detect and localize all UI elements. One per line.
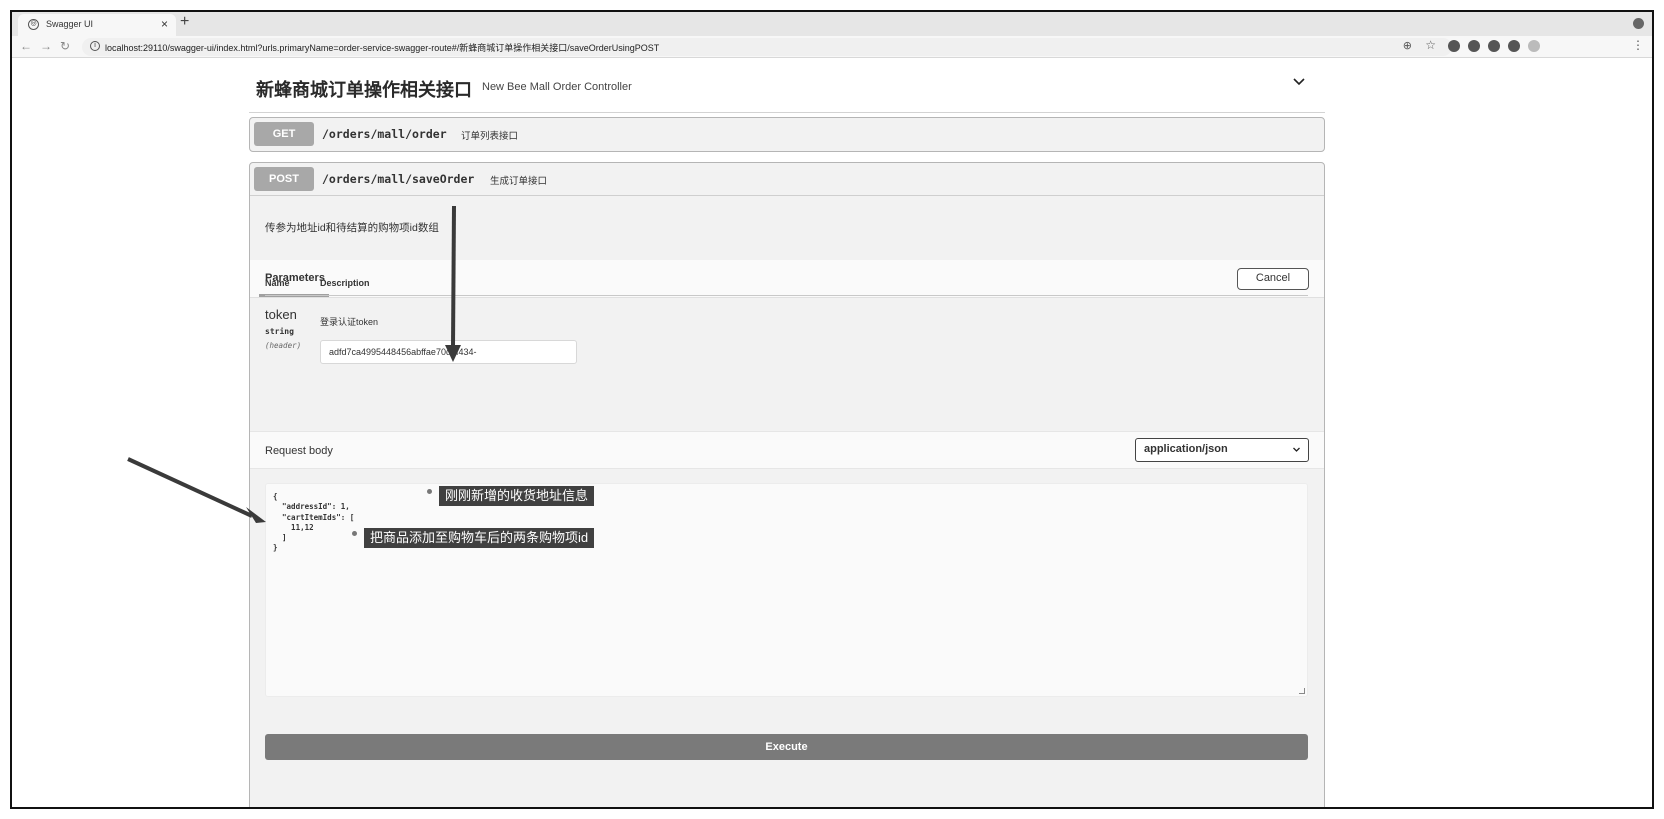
swagger-content: 新蜂商城订单操作相关接口 New Bee Mall Order Controll… [249,58,1325,807]
column-header-name: Name [265,278,290,288]
parameters-divider [265,295,1308,296]
param-location: (header) [265,341,302,350]
extension-icon[interactable] [1448,40,1460,52]
request-body-code[interactable]: { "addressId": 1, "cartItemIds": [ 11,12… [273,492,354,554]
extension-icon[interactable] [1468,40,1480,52]
extension-icon[interactable] [1508,40,1520,52]
tag-title: 新蜂商城订单操作相关接口 [256,80,472,100]
cart-annotation: 把商品添加至购物车后的两条购物项id [364,528,595,548]
tab-bar: ◎ Swagger UI × + [12,12,1652,36]
reload-icon[interactable]: ↻ [60,39,70,53]
address-annotation: 刚刚新增的收货地址信息 [439,486,595,506]
param-name: token [265,307,297,322]
callout-pointer [352,531,357,536]
param-description: 登录认证token [320,317,379,327]
caret-down-icon [1293,447,1300,452]
new-tab-button[interactable]: + [180,13,189,31]
tab-close-icon[interactable]: × [161,17,168,31]
operation-description: 传参为地址id和待结算的购物项id数组 [265,222,439,234]
browser-settings-icon[interactable] [1633,18,1644,29]
profile-avatar-icon[interactable] [1528,40,1540,52]
chevron-down-icon[interactable] [1293,76,1305,88]
endpoint-summary: 生成订单接口 [490,176,548,187]
method-badge: POST [254,167,314,191]
request-body-label: Request body [265,445,333,457]
opblock-summary[interactable]: GET /orders/mall/order 订单列表接口 [250,118,1324,151]
endpoint-path: /orders/mall/order [322,127,447,141]
zoom-icon[interactable]: ⊕ [1403,39,1412,52]
diagonal-arrow-shaft [127,457,253,518]
cancel-button[interactable]: Cancel [1237,268,1309,290]
opblock-post-save-order: POST /orders/mall/saveOrder 生成订单接口 传参为地址… [249,162,1325,807]
opblock-get-order: GET /orders/mall/order 订单列表接口 [249,117,1325,152]
forward-arrow-icon[interactable]: → [40,39,52,53]
back-arrow-icon[interactable]: ← [20,39,32,53]
content-type-select[interactable]: application/json [1135,438,1309,462]
endpoint-summary: 订单列表接口 [461,131,519,142]
opblock-summary[interactable]: POST /orders/mall/saveOrder 生成订单接口 [250,163,1324,196]
execute-button[interactable]: Execute [265,734,1308,760]
star-icon[interactable]: ☆ [1425,38,1436,52]
column-header-description: Description [320,278,370,288]
parameters-header: Parameters Cancel [250,260,1324,298]
request-body-header: Request body application/json [250,431,1324,469]
address-bar[interactable]: i localhost:29110/swagger-ui/index.html?… [82,38,1452,56]
method-badge: GET [254,122,314,146]
url-text: localhost:29110/swagger-ui/index.html?ur… [105,43,660,53]
browser-tab[interactable]: ◎ Swagger UI × [18,14,176,36]
globe-favicon-icon: ◎ [28,19,39,30]
tag-section-header[interactable]: 新蜂商城订单操作相关接口 New Bee Mall Order Controll… [249,58,1325,113]
token-input[interactable] [320,340,577,364]
request-body-editor[interactable]: { "addressId": 1, "cartItemIds": [ 11,12… [265,483,1308,697]
tag-description: New Bee Mall Order Controller [482,81,632,93]
extension-icon[interactable] [1488,40,1500,52]
endpoint-path: /orders/mall/saveOrder [322,172,475,186]
kebab-menu-icon[interactable]: ⋮ [1632,38,1644,52]
callout-pointer [427,489,432,494]
tab-title: Swagger UI [46,19,94,29]
browser-toolbar: ← → ↻ i localhost:29110/swagger-ui/index… [12,36,1652,58]
resize-handle[interactable] [1299,688,1305,694]
browser-window: ◎ Swagger UI × + ← → ↻ i localhost:29110… [10,10,1654,809]
info-icon[interactable]: i [90,41,100,51]
content-type-value: application/json [1144,443,1228,455]
param-type: string [265,327,294,336]
